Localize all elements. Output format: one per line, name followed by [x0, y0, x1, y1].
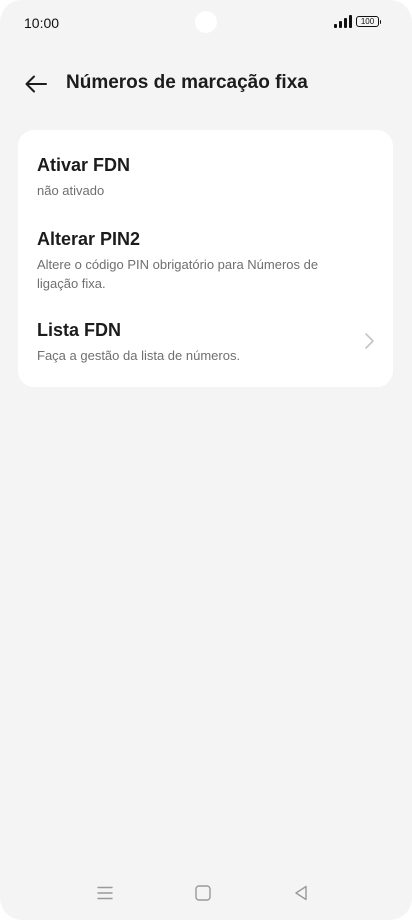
- back-nav-button[interactable]: [290, 882, 312, 904]
- fdn-list-item[interactable]: Lista FDN Faça a gestão da lista de núme…: [18, 298, 393, 387]
- navigation-bar: [0, 872, 412, 916]
- change-pin2-item[interactable]: Alterar PIN2 Altere o código PIN obrigat…: [18, 208, 393, 298]
- page-title: Números de marcação fixa: [66, 72, 308, 93]
- item-subtitle: não ativado: [37, 183, 105, 198]
- status-time: 10:00: [24, 15, 60, 31]
- back-triangle-icon: [295, 885, 307, 901]
- item-subtitle: Altere o código PIN obrigatório para Núm…: [37, 257, 319, 291]
- item-title: Ativar FDN: [37, 155, 131, 175]
- app-header: Números de marcação fixa: [0, 60, 412, 108]
- phone-screen: 10:00 100 Números de marcação fixa Ativa…: [0, 0, 412, 920]
- settings-card: Ativar FDN não ativado Alterar PIN2 Alte…: [18, 130, 393, 387]
- item-title: Alterar PIN2: [37, 229, 141, 249]
- activate-fdn-item[interactable]: Ativar FDN não ativado: [18, 130, 393, 208]
- signal-bars-icon: [334, 15, 352, 28]
- item-title: Lista FDN: [37, 320, 122, 340]
- home-square-icon: [195, 885, 211, 901]
- menu-icon: [97, 886, 113, 900]
- item-subtitle: Faça a gestão da lista de números.: [37, 348, 241, 363]
- battery-icon: 100: [356, 16, 381, 27]
- front-camera-cutout: [195, 11, 217, 33]
- home-button[interactable]: [192, 882, 214, 904]
- chevron-right-icon: [365, 333, 374, 349]
- arrow-left-icon: [25, 75, 47, 93]
- back-button[interactable]: [20, 68, 52, 100]
- status-bar: 10:00 100: [0, 0, 412, 48]
- menu-button[interactable]: [94, 882, 116, 904]
